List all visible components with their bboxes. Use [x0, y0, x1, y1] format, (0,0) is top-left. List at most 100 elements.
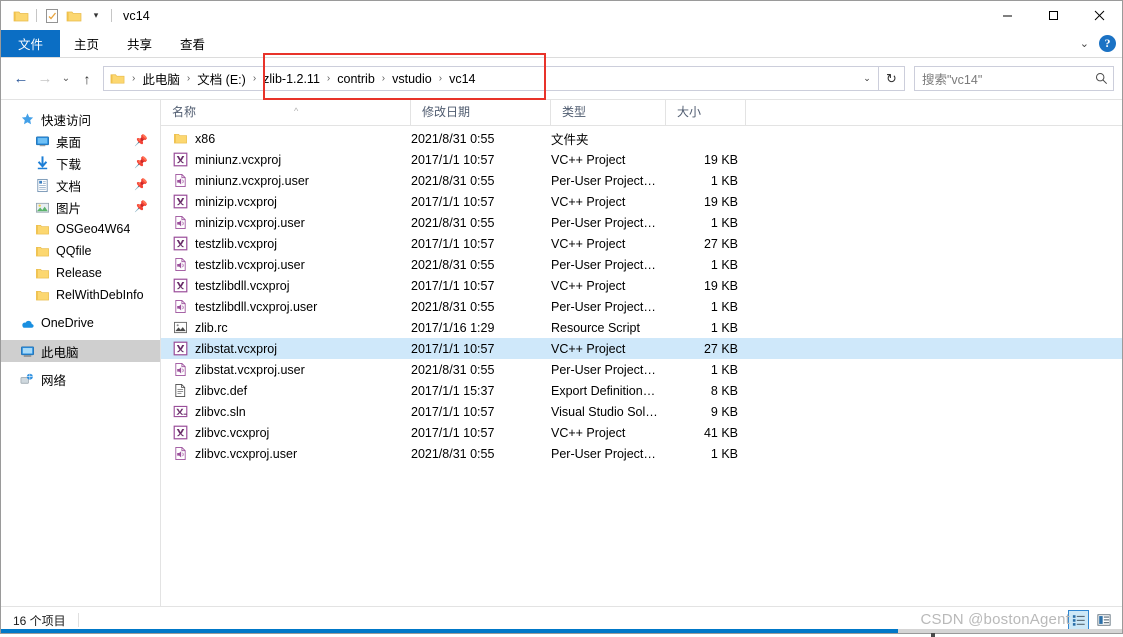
- table-row[interactable]: x86 2021/8/31 0:55 文件夹: [161, 128, 1122, 149]
- new-folder-icon[interactable]: [63, 5, 85, 27]
- breadcrumb-bar[interactable]: › 此电脑 › 文档 (E:) › zlib-1.2.11 › contrib …: [103, 66, 879, 91]
- breadcrumb-separator[interactable]: ›: [248, 73, 261, 84]
- pin-icon[interactable]: 📌: [134, 156, 148, 169]
- refresh-button[interactable]: ↻: [879, 66, 905, 91]
- table-row[interactable]: zlibvc.vcxproj.user 2021/8/31 0:55 Per-Use…: [161, 443, 1122, 464]
- search-icon[interactable]: [1089, 72, 1113, 85]
- chevron-down-icon[interactable]: ⌄: [1080, 37, 1089, 50]
- tab-view[interactable]: 查看: [166, 30, 219, 57]
- help-icon[interactable]: ?: [1099, 35, 1116, 52]
- breadcrumb-separator[interactable]: ›: [127, 73, 140, 84]
- file-name-label: zlib.rc: [195, 320, 228, 335]
- file-name-cell[interactable]: zlibstat.vcxproj: [161, 341, 411, 357]
- table-row[interactable]: zlibvc.sln 2017/1/1 10:57 Visual Studio So…: [161, 401, 1122, 422]
- breadcrumb-separator[interactable]: ›: [182, 73, 195, 84]
- breadcrumb-item-vc14[interactable]: vc14: [447, 72, 477, 86]
- column-header-date[interactable]: 修改日期: [411, 100, 551, 125]
- file-name-label: miniunz.vcxproj.user: [195, 173, 309, 188]
- file-name-cell[interactable]: testzlib.vcxproj.user: [161, 257, 411, 273]
- pin-icon[interactable]: 📌: [134, 178, 148, 191]
- column-header-name[interactable]: 名称 ^: [161, 100, 411, 125]
- qat-customize-dropdown[interactable]: ▾: [85, 5, 107, 27]
- breadcrumb-separator[interactable]: ›: [434, 73, 447, 84]
- table-row[interactable]: miniunz.vcxproj.user 2021/8/31 0:55 Per-Us…: [161, 170, 1122, 191]
- view-large-icons-button[interactable]: [1093, 610, 1114, 630]
- file-name-cell[interactable]: x86: [161, 131, 411, 147]
- breadcrumb-item-documents-e[interactable]: 文档 (E:): [195, 69, 248, 88]
- file-name-cell[interactable]: testzlibdll.vcxproj.user: [161, 299, 411, 315]
- sidebar-item-quick-access[interactable]: 快速访问: [1, 108, 160, 130]
- chevron-down-icon[interactable]: ⌄: [856, 67, 878, 90]
- table-row[interactable]: testzlib.vcxproj.user 2021/8/31 0:55 Per-U…: [161, 254, 1122, 275]
- forward-button[interactable]: →: [33, 66, 57, 92]
- maximize-button[interactable]: [1030, 1, 1076, 30]
- sidebar-item-onedrive[interactable]: OneDrive: [1, 312, 160, 334]
- sidebar-item-desktop[interactable]: 桌面 📌: [1, 130, 160, 152]
- explorer-window: ▾ vc14 文件 主页 共享 查看 ⌄ ? ← → ⌄ ↑ › 此电脑 › 文…: [0, 0, 1123, 637]
- file-name-cell[interactable]: miniunz.vcxproj: [161, 152, 411, 168]
- folder-icon[interactable]: [10, 5, 32, 27]
- close-button[interactable]: [1076, 1, 1122, 30]
- tab-file[interactable]: 文件: [1, 30, 61, 57]
- table-row[interactable]: zlib.rc 2017/1/16 1:29 Resource Script 1 KB: [161, 317, 1122, 338]
- file-name-cell[interactable]: minizip.vcxproj: [161, 194, 411, 210]
- sidebar-item-relwithdebinfo[interactable]: RelWithDebInfo: [1, 284, 160, 306]
- breadcrumb-item-vstudio[interactable]: vstudio: [390, 72, 434, 86]
- view-details-button[interactable]: [1068, 610, 1089, 630]
- search-input[interactable]: 搜索"vc14": [914, 66, 1114, 91]
- column-header-size[interactable]: 大小: [666, 100, 746, 125]
- breadcrumb-item-zlib[interactable]: zlib-1.2.11: [261, 72, 322, 86]
- table-row[interactable]: zlibvc.vcxproj 2017/1/1 10:57 VC++ Project…: [161, 422, 1122, 443]
- table-row[interactable]: testzlib.vcxproj 2017/1/1 10:57 VC++ Proje…: [161, 233, 1122, 254]
- file-size-cell: 9 KB: [710, 404, 738, 419]
- sort-ascending-icon: ^: [294, 106, 299, 116]
- table-row[interactable]: zlibvc.def 2017/1/1 15:37 Export Definitio…: [161, 380, 1122, 401]
- table-row[interactable]: zlibstat.vcxproj.user 2021/8/31 0:55 Per-U…: [161, 359, 1122, 380]
- file-name-cell[interactable]: zlibstat.vcxproj.user: [161, 362, 411, 378]
- breadcrumb-item-this-pc[interactable]: 此电脑: [140, 69, 182, 88]
- table-row[interactable]: testzlibdll.vcxproj 2017/1/1 10:57 VC++ Pr…: [161, 275, 1122, 296]
- table-row[interactable]: miniunz.vcxproj 2017/1/1 10:57 VC++ Projec…: [161, 149, 1122, 170]
- breadcrumb-separator[interactable]: ›: [322, 73, 335, 84]
- breadcrumb-separator[interactable]: ›: [377, 73, 390, 84]
- file-name-cell[interactable]: zlibvc.vcxproj.user: [161, 446, 411, 462]
- sidebar-item-qqfile[interactable]: QQfile: [1, 240, 160, 262]
- qat-divider-2: [111, 9, 112, 22]
- file-name-cell[interactable]: zlibvc.vcxproj: [161, 425, 411, 441]
- file-name-cell[interactable]: minizip.vcxproj.user: [161, 215, 411, 231]
- sidebar-item-documents[interactable]: 文档 📌: [1, 174, 160, 196]
- back-button[interactable]: ←: [9, 66, 33, 92]
- view-mode-buttons: [1068, 610, 1114, 630]
- file-size-cell: 19 KB: [703, 194, 738, 209]
- sidebar-item-osgeo4w64[interactable]: OSGeo4W64: [1, 218, 160, 240]
- sidebar-item-network[interactable]: 网络: [1, 368, 160, 390]
- table-row[interactable]: minizip.vcxproj 2017/1/1 10:57 VC++ Projec…: [161, 191, 1122, 212]
- pin-icon[interactable]: 📌: [134, 200, 148, 213]
- file-name-cell[interactable]: zlibvc.sln: [161, 404, 411, 420]
- tab-home[interactable]: 主页: [60, 30, 113, 57]
- progress-bar: [1, 629, 1122, 637]
- file-name-cell[interactable]: testzlibdll.vcxproj: [161, 278, 411, 294]
- file-type-cell: Per-User Project…: [551, 362, 656, 377]
- up-button[interactable]: ↑: [75, 66, 99, 92]
- table-row[interactable]: minizip.vcxproj.user 2021/8/31 0:55 Per-Us…: [161, 212, 1122, 233]
- file-name-cell[interactable]: zlib.rc: [161, 320, 411, 336]
- file-name-label: zlibstat.vcxproj: [195, 341, 277, 356]
- pin-icon[interactable]: 📌: [134, 134, 148, 147]
- table-row[interactable]: testzlibdll.vcxproj.user 2021/8/31 0:55 Pe…: [161, 296, 1122, 317]
- sidebar-item-this-pc[interactable]: 此电脑: [1, 340, 160, 362]
- sidebar-item-downloads[interactable]: 下载 📌: [1, 152, 160, 174]
- breadcrumb-item-contrib[interactable]: contrib: [335, 72, 377, 86]
- recent-locations-button[interactable]: ⌄: [57, 66, 75, 92]
- file-name-cell[interactable]: testzlib.vcxproj: [161, 236, 411, 252]
- minimize-button[interactable]: [984, 1, 1030, 30]
- table-row[interactable]: zlibstat.vcxproj 2017/1/1 10:57 VC++ Proje…: [161, 338, 1122, 359]
- sidebar-item-pictures[interactable]: 图片 📌: [1, 196, 160, 218]
- file-name-cell[interactable]: zlibvc.def: [161, 383, 411, 399]
- column-header-type[interactable]: 类型: [551, 100, 666, 125]
- tab-share[interactable]: 共享: [113, 30, 166, 57]
- sidebar-item-label: 快速访问: [41, 113, 92, 128]
- file-name-cell[interactable]: miniunz.vcxproj.user: [161, 173, 411, 189]
- properties-icon[interactable]: [41, 5, 63, 27]
- sidebar-item-release[interactable]: Release: [1, 262, 160, 284]
